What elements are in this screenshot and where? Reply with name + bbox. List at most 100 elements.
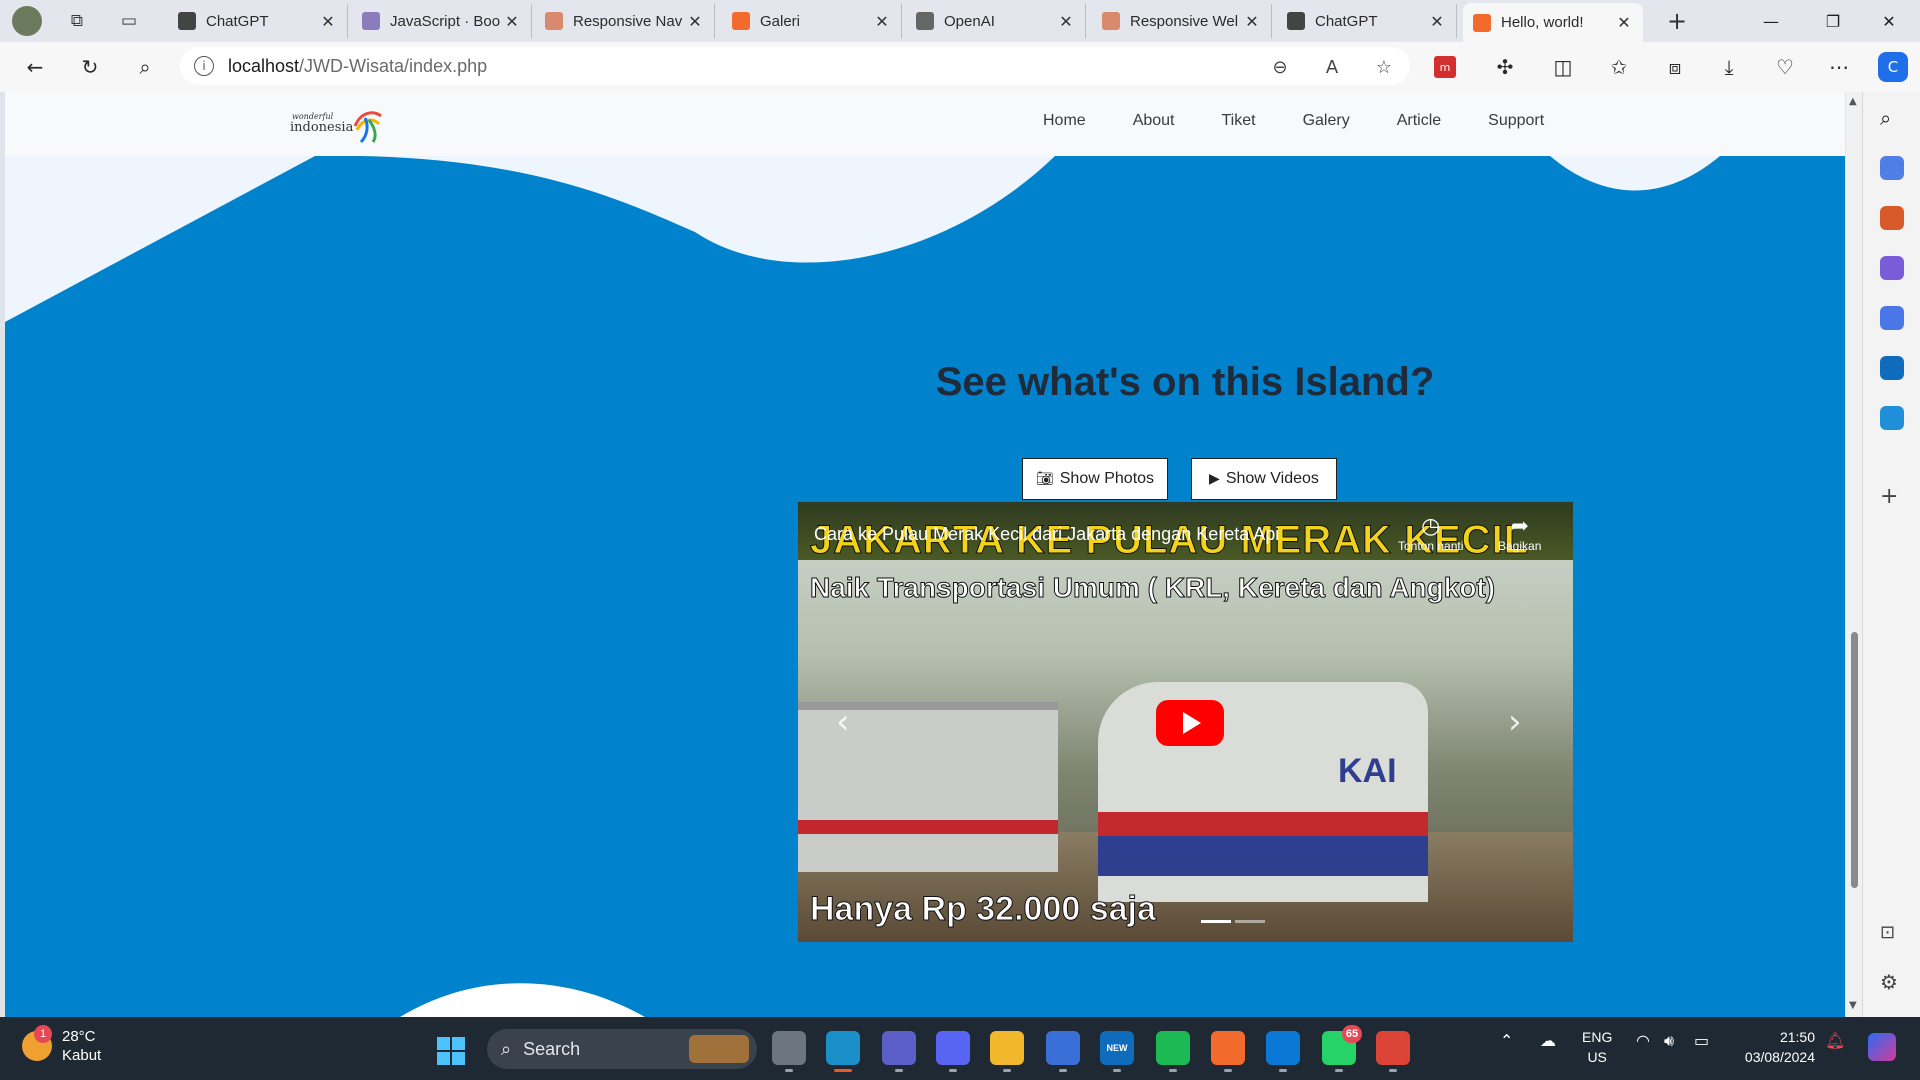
address-bar[interactable]: i localhost/JWD-Wisata/index.php ⊖ A ☆ — [180, 47, 1410, 85]
site-info-icon[interactable]: i — [194, 56, 214, 76]
browser-tab[interactable]: ChatGPT ✕ — [168, 4, 348, 38]
extensions-puzzle-icon[interactable]: ✣ — [1490, 52, 1520, 82]
read-aloud-icon[interactable]: A — [1320, 55, 1344, 79]
sidebar-add-icon[interactable]: + — [1880, 484, 1904, 509]
onedrive-icon[interactable]: ☁ — [1540, 1031, 1556, 1050]
close-window-button[interactable]: ✕ — [1866, 6, 1912, 36]
close-tab-icon[interactable]: ✕ — [686, 12, 704, 31]
nav-link-support[interactable]: Support — [1488, 112, 1544, 130]
favorite-star-icon[interactable]: ☆ — [1372, 55, 1396, 79]
scroll-up-icon[interactable]: ▲ — [1849, 96, 1857, 107]
close-tab-icon[interactable]: ✕ — [1428, 12, 1446, 31]
zoom-out-icon[interactable]: ⊖ — [1268, 55, 1292, 79]
whatsapp-icon[interactable]: 65 — [1322, 1025, 1362, 1072]
system-clock[interactable]: 21:50 03/08/2024 — [1735, 1027, 1815, 1067]
nav-link-tiket[interactable]: Tiket — [1222, 112, 1256, 130]
edge-icon[interactable] — [826, 1031, 860, 1072]
taskbar-search[interactable]: ⌕ Search — [487, 1029, 757, 1069]
outlook-icon[interactable]: NEW — [1100, 1031, 1134, 1072]
new-tab-button[interactable]: + — [1662, 6, 1692, 36]
close-tab-icon[interactable]: ✕ — [503, 12, 521, 31]
refresh-icon[interactable]: ↻ — [75, 52, 105, 82]
video-carousel[interactable]: JAKARTA KE PULAU MERAK KECIL Cara ke Pul… — [798, 502, 1573, 942]
downloads-icon[interactable]: ⤓ — [1714, 52, 1744, 82]
browser-tab[interactable]: ChatGPT ✕ — [1277, 4, 1457, 38]
scroll-down-icon[interactable]: ▼ — [1849, 1000, 1857, 1011]
close-tab-icon[interactable]: ✕ — [1243, 12, 1261, 31]
restore-button[interactable]: ❐ — [1810, 6, 1856, 36]
sidebar-drop-icon[interactable] — [1880, 406, 1904, 430]
minimize-button[interactable]: — — [1748, 6, 1794, 36]
show-videos-button[interactable]: ▶ Show Videos — [1191, 458, 1337, 500]
nav-link-about[interactable]: About — [1133, 112, 1175, 130]
vscode-icon[interactable] — [1266, 1031, 1300, 1072]
weather-widget[interactable]: 1 28°C Kabut — [22, 1025, 101, 1065]
nav-link-galery[interactable]: Galery — [1303, 112, 1350, 130]
share-icon: ➦ — [1510, 514, 1529, 539]
start-button[interactable] — [437, 1037, 465, 1065]
watch-later-button[interactable]: ◷ Tonton nanti — [1398, 514, 1463, 553]
file-explorer-icon[interactable] — [990, 1031, 1024, 1072]
close-tab-icon[interactable]: ✕ — [319, 12, 337, 31]
wifi-icon[interactable]: ◠ — [1636, 1031, 1650, 1050]
carousel-indicator[interactable] — [1235, 920, 1265, 923]
carousel-prev-icon[interactable]: ‹ — [836, 702, 850, 742]
teams-icon[interactable] — [882, 1031, 916, 1072]
back-icon[interactable]: ← — [20, 52, 50, 82]
browser-tab[interactable]: Responsive Wel ✕ — [1092, 4, 1272, 38]
browser-tab[interactable]: Galeri ✕ — [722, 4, 902, 38]
battery-icon[interactable]: ▭ — [1694, 1031, 1709, 1050]
split-screen-icon[interactable]: ◫ — [1548, 52, 1578, 82]
clipchamp-icon[interactable] — [1046, 1031, 1080, 1072]
more-menu-icon[interactable]: ⋯ — [1824, 52, 1854, 82]
tray-overflow-icon[interactable]: ⌃ — [1500, 1031, 1513, 1050]
extension-icon[interactable]: m — [1434, 56, 1456, 78]
carousel-indicator[interactable] — [1201, 920, 1231, 923]
search-icon[interactable]: ⌕ — [130, 52, 160, 82]
sidebar-tools-icon[interactable] — [1880, 206, 1904, 230]
share-button[interactable]: ➦ Bagikan — [1498, 514, 1541, 553]
close-tab-icon[interactable]: ✕ — [1057, 12, 1075, 31]
sidebar-shopping-icon[interactable] — [1880, 156, 1904, 180]
xampp-icon[interactable] — [1211, 1031, 1245, 1072]
scrollbar-thumb[interactable] — [1851, 632, 1858, 888]
language-indicator[interactable]: ENG US — [1582, 1027, 1612, 1067]
copilot-taskbar-icon[interactable] — [1868, 1033, 1896, 1061]
sidebar-screenshot-icon[interactable]: ⊡ — [1880, 922, 1904, 946]
show-photos-button[interactable]: 📷︎ Show Photos — [1022, 458, 1168, 500]
close-tab-icon[interactable]: ✕ — [1615, 13, 1633, 32]
sidebar-settings-icon[interactable]: ⚙ — [1880, 970, 1904, 994]
browser-tab[interactable]: Responsive Nav ✕ — [535, 4, 715, 38]
video-camera-icon: ▶ — [1209, 471, 1220, 487]
nav-link-article[interactable]: Article — [1397, 112, 1441, 130]
collections-icon[interactable]: ⧈ — [1660, 52, 1690, 82]
volume-icon[interactable]: 🔊︎ — [1664, 1031, 1674, 1051]
copilot-icon[interactable]: C — [1878, 52, 1908, 82]
favorites-icon[interactable]: ✩ — [1604, 52, 1634, 82]
notification-bell-icon[interactable]: 🔔︎ — [1825, 1031, 1845, 1050]
workspaces-icon[interactable]: ⧉ — [64, 8, 90, 34]
discord-icon[interactable] — [936, 1031, 970, 1072]
browser-tab[interactable]: Hello, world! ✕ — [1463, 3, 1643, 42]
close-tab-icon[interactable]: ✕ — [873, 12, 891, 31]
sidebar-games-icon[interactable] — [1880, 256, 1904, 280]
profile-avatar[interactable] — [12, 6, 42, 36]
tab-actions-icon[interactable]: ▭ — [116, 8, 142, 34]
browser-tab[interactable]: JavaScript · Boo ✕ — [352, 4, 532, 38]
carousel-next-icon[interactable]: › — [1508, 702, 1522, 742]
spotify-icon[interactable] — [1156, 1031, 1190, 1072]
youtube-play-button[interactable] — [1156, 700, 1224, 746]
wonderful-indonesia-logo[interactable]: wonderful indonesia — [285, 104, 385, 146]
clock-date: 03/08/2024 — [1744, 1049, 1815, 1065]
nav-link-home[interactable]: Home — [1043, 112, 1086, 130]
tab-strip: ⧉ ▭ ChatGPT ✕ JavaScript · Boo ✕ Responsive … — [0, 0, 1920, 42]
browser-essentials-icon[interactable]: ♡ — [1770, 52, 1800, 82]
sidebar-search-icon[interactable]: ⌕ — [1880, 106, 1904, 130]
sidebar-m365-icon[interactable] — [1880, 306, 1904, 330]
video-title[interactable]: Cara ke Pulau Merak Kecil dari Jakarta d… — [814, 524, 1279, 545]
sidebar-outlook-icon[interactable] — [1880, 356, 1904, 380]
chrome-icon[interactable] — [1376, 1031, 1410, 1072]
task-view-icon[interactable] — [772, 1031, 806, 1072]
page-scrollbar[interactable]: ▲ ▼ — [1846, 92, 1862, 1017]
browser-tab[interactable]: OpenAI ✕ — [906, 4, 1086, 38]
